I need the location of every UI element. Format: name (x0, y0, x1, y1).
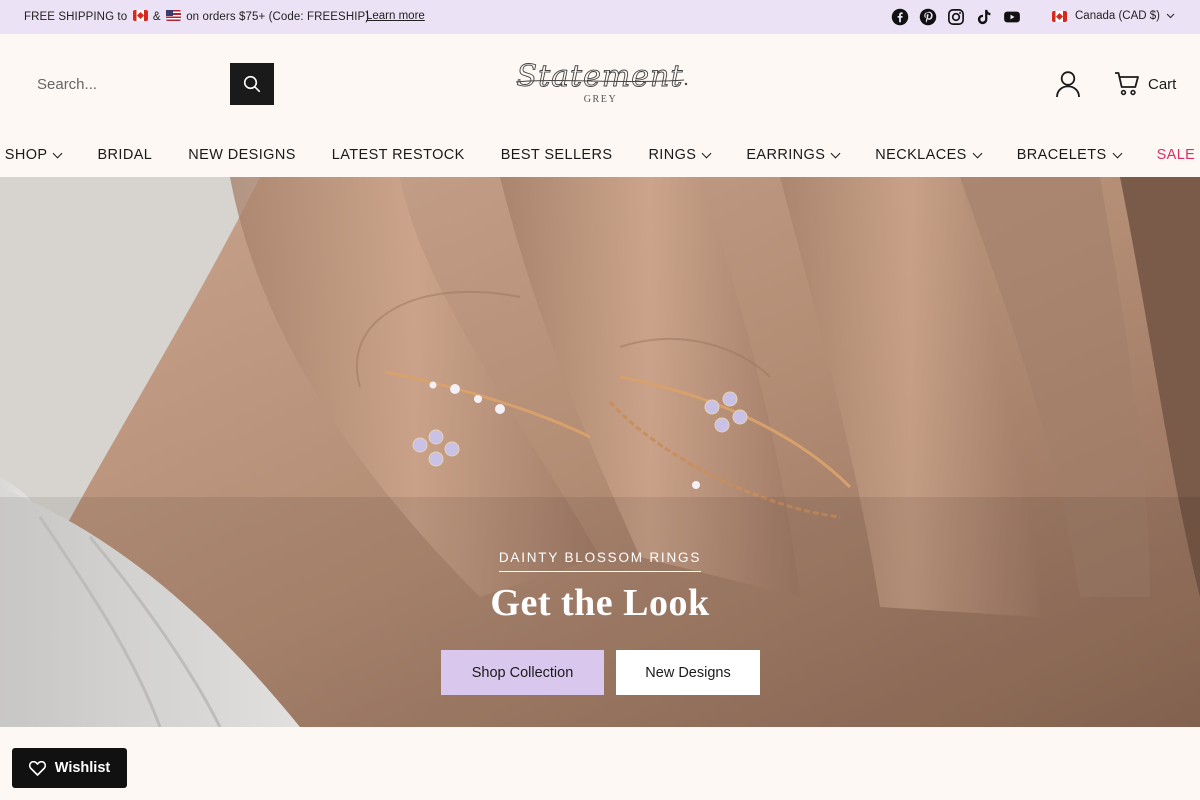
nav-item-label: BEST SELLERS (500, 147, 613, 163)
search-input[interactable] (24, 63, 230, 105)
logo-script-text: Statement (517, 59, 684, 94)
cart-label: Cart (1148, 75, 1177, 93)
nav-item-label: RINGS (648, 147, 697, 163)
canada-flag-icon (1052, 10, 1067, 22)
nav-item-earrings[interactable]: EARRINGS (728, 147, 857, 163)
nav-item-best-sellers[interactable]: BEST SELLERS (483, 147, 631, 163)
cart-button[interactable]: Cart (1114, 71, 1176, 97)
tiktok-icon[interactable] (975, 8, 993, 26)
new-designs-button[interactable]: New Designs (616, 650, 760, 695)
shop-collection-button[interactable]: Shop Collection (441, 650, 604, 695)
nav-item-label: BRACELETS (1016, 147, 1107, 163)
hero-title: Get the Look (490, 582, 710, 624)
nav-item-label: BRIDAL (97, 147, 153, 163)
youtube-icon[interactable] (1003, 8, 1021, 26)
main-nav-list: SHOP BRIDAL NEW DESIGNS LATEST RESTOCK BEST … (0, 136, 1200, 174)
store-logo[interactable]: Statement GREY (508, 56, 693, 112)
heart-icon (28, 760, 46, 776)
hero-buttons: Shop Collection New Designs (441, 650, 760, 695)
learn-more-link[interactable]: Learn more (366, 10, 425, 22)
chevron-down-icon (701, 148, 712, 158)
logo-subtext: GREY (583, 94, 618, 105)
facebook-icon[interactable] (891, 8, 909, 26)
hero-eyebrow: DAINTY BLOSSOM RINGS (0, 549, 1200, 572)
nav-item-label: NECKLACES (875, 147, 967, 163)
announcement-bar: FREE SHIPPING to & on orders $75+ (Code:… (0, 0, 1200, 34)
chevron-down-icon (1166, 13, 1175, 19)
nav-item-shop[interactable]: SHOP (0, 147, 79, 163)
nav-item-new-designs[interactable]: NEW DESIGNS (170, 147, 314, 163)
nav-item-bridal[interactable]: BRIDAL (79, 147, 170, 163)
nav-item-latest-restock[interactable]: LATEST RESTOCK (314, 147, 483, 163)
announcement-text-part1: FREE SHIPPING to (24, 11, 128, 23)
chevron-down-icon (830, 148, 841, 158)
hero-eyebrow-text: DAINTY BLOSSOM RINGS (498, 550, 702, 572)
account-icon[interactable] (1055, 70, 1081, 98)
chevron-down-icon (972, 148, 983, 158)
nav-item-label: NEW DESIGNS (188, 147, 296, 163)
wishlist-button[interactable]: Wishlist (12, 748, 127, 788)
nav-item-rings[interactable]: RINGS (630, 147, 728, 163)
announcement-text-part2: & (152, 11, 161, 23)
region-selector[interactable]: Canada (CAD $) (1050, 10, 1175, 22)
usa-flag-icon (165, 10, 181, 21)
canada-flag-icon (132, 10, 148, 21)
chevron-down-icon (1112, 148, 1123, 158)
announcement-text: FREE SHIPPING to & on orders $75+ (Code:… (24, 10, 369, 23)
chevron-down-icon (53, 148, 63, 158)
nav-item-label: SALE (1156, 147, 1196, 163)
region-label: Canada (CAD $) (1075, 10, 1161, 22)
logo-script: Statement (515, 59, 688, 94)
hero-banner: DAINTY BLOSSOM RINGS Get the Look Shop C… (0, 177, 1200, 727)
wishlist-label: Wishlist (54, 760, 111, 776)
pinterest-icon[interactable] (919, 8, 937, 26)
search-box (24, 63, 274, 105)
nav-item-label: SHOP (4, 147, 48, 163)
main-nav: SHOP BRIDAL NEW DESIGNS LATEST RESTOCK BEST … (0, 136, 1200, 176)
nav-item-bracelets[interactable]: BRACELETS (999, 147, 1139, 163)
search-button[interactable] (230, 63, 274, 105)
instagram-icon[interactable] (947, 8, 965, 26)
nav-item-sale[interactable]: SALE (1139, 147, 1200, 163)
nav-item-necklaces[interactable]: NECKLACES (857, 147, 998, 163)
cart-icon (1115, 72, 1139, 96)
hero-image (0, 177, 1200, 727)
announcement-text-part3: on orders $75+ (Code: FREESHIP) (186, 11, 370, 23)
search-icon (243, 75, 261, 93)
nav-item-label: LATEST RESTOCK (331, 147, 465, 163)
social-links (891, 8, 1021, 26)
nav-item-label: EARRINGS (746, 147, 826, 163)
